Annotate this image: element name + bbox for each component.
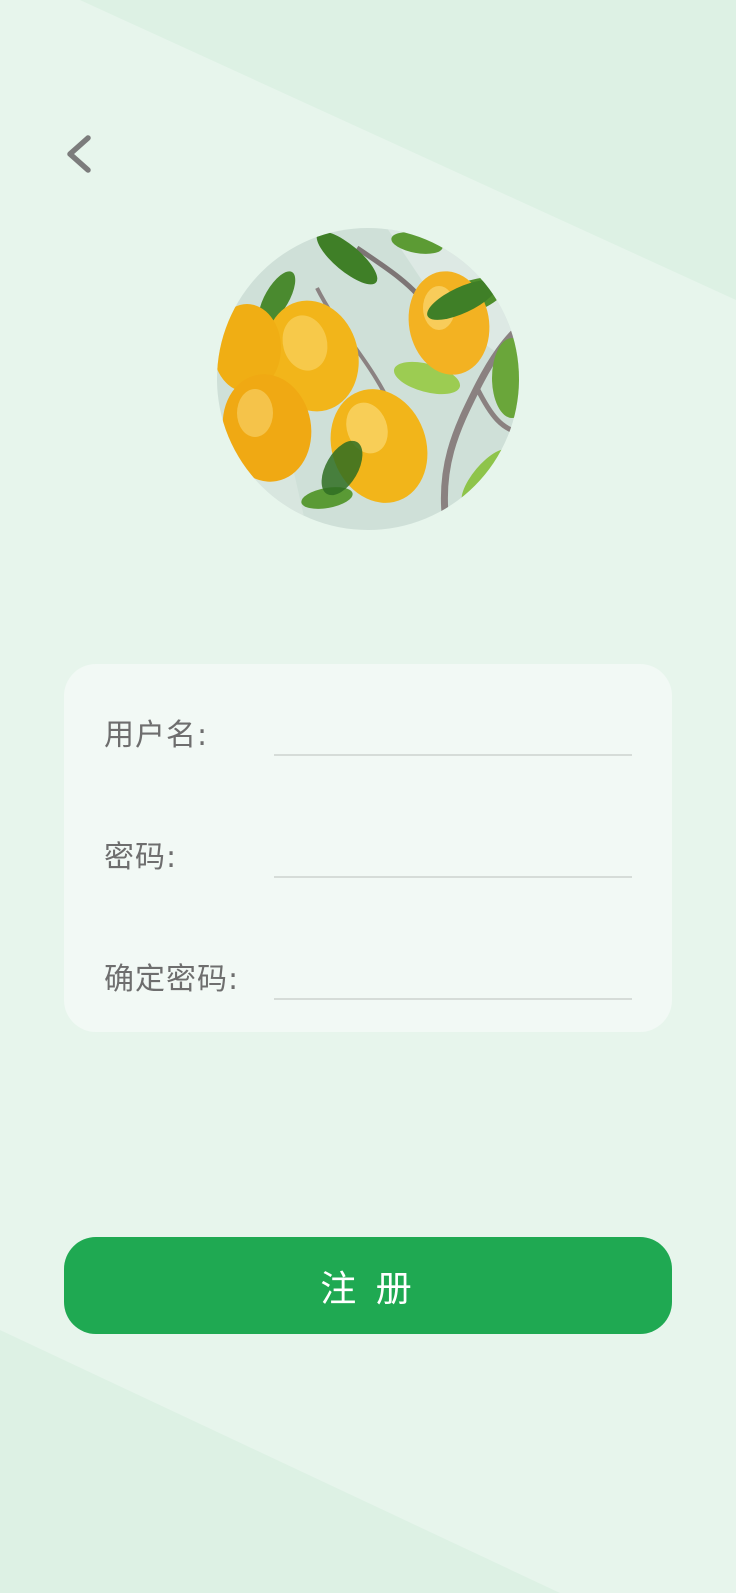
chevron-left-icon	[67, 135, 91, 173]
confirm-password-input[interactable]	[274, 944, 632, 1000]
avatar[interactable]	[217, 228, 519, 530]
registration-form-card: 用户名: 密码: 确定密码:	[64, 664, 672, 1032]
register-button[interactable]: 注 册	[64, 1237, 672, 1334]
lemon-tree-image	[217, 228, 519, 530]
back-button[interactable]	[58, 128, 102, 180]
username-input[interactable]	[274, 700, 632, 756]
username-label: 用户名:	[104, 718, 209, 753]
confirm-password-row: 确定密码:	[104, 944, 632, 1004]
username-row: 用户名:	[104, 700, 632, 760]
confirm-password-label: 确定密码:	[104, 962, 240, 997]
password-label: 密码:	[104, 840, 178, 875]
password-row: 密码:	[104, 822, 632, 882]
password-input[interactable]	[274, 822, 632, 878]
